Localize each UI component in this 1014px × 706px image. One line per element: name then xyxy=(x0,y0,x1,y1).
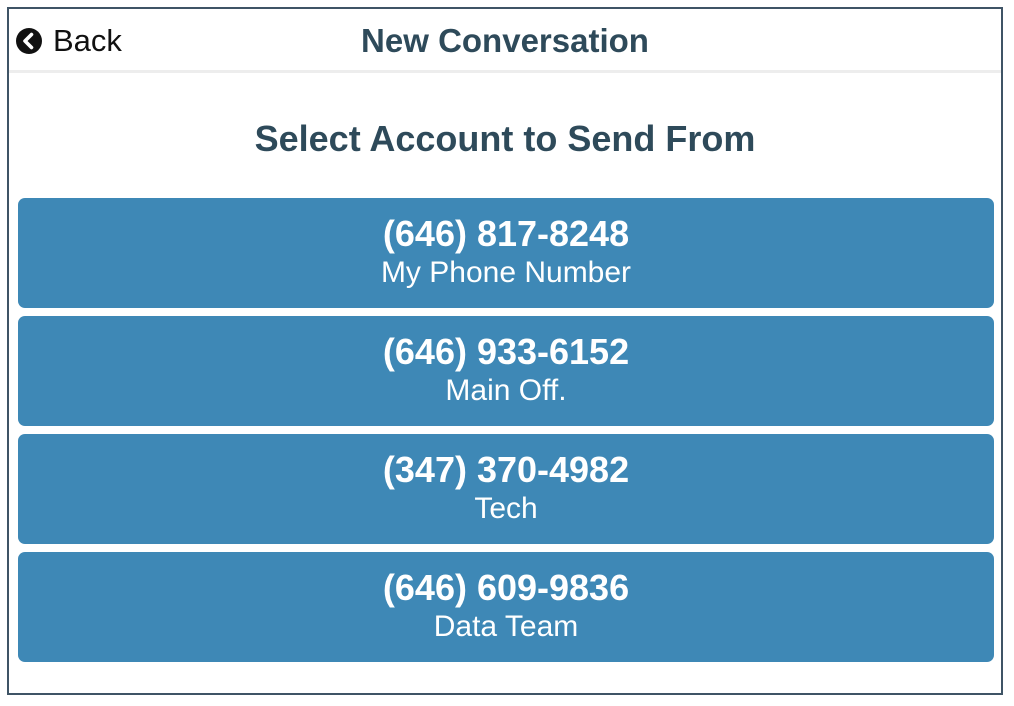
account-button[interactable]: (646) 609-9836 Data Team xyxy=(18,552,994,662)
page-title: New Conversation xyxy=(361,22,649,59)
account-number: (646) 933-6152 xyxy=(382,331,630,372)
account-number: (347) 370-4982 xyxy=(382,449,630,490)
account-label: Main Off. xyxy=(445,374,567,407)
account-button[interactable]: (646) 933-6152 Main Off. xyxy=(18,316,994,426)
account-list: (646) 817-8248 My Phone Number (646) 933… xyxy=(18,198,994,670)
account-label: Data Team xyxy=(433,610,579,643)
account-number: (646) 817-8248 xyxy=(382,213,630,254)
app-window: Back New Conversation Select Account to … xyxy=(7,7,1003,695)
account-number: (646) 609-9836 xyxy=(382,567,630,608)
account-button[interactable]: (646) 817-8248 My Phone Number xyxy=(18,198,994,308)
account-label: Tech xyxy=(474,492,538,525)
account-button[interactable]: (347) 370-4982 Tech xyxy=(18,434,994,544)
account-label: My Phone Number xyxy=(380,256,632,289)
section-title: Select Account to Send From xyxy=(254,118,756,159)
header-bar: Back New Conversation xyxy=(9,9,1001,73)
